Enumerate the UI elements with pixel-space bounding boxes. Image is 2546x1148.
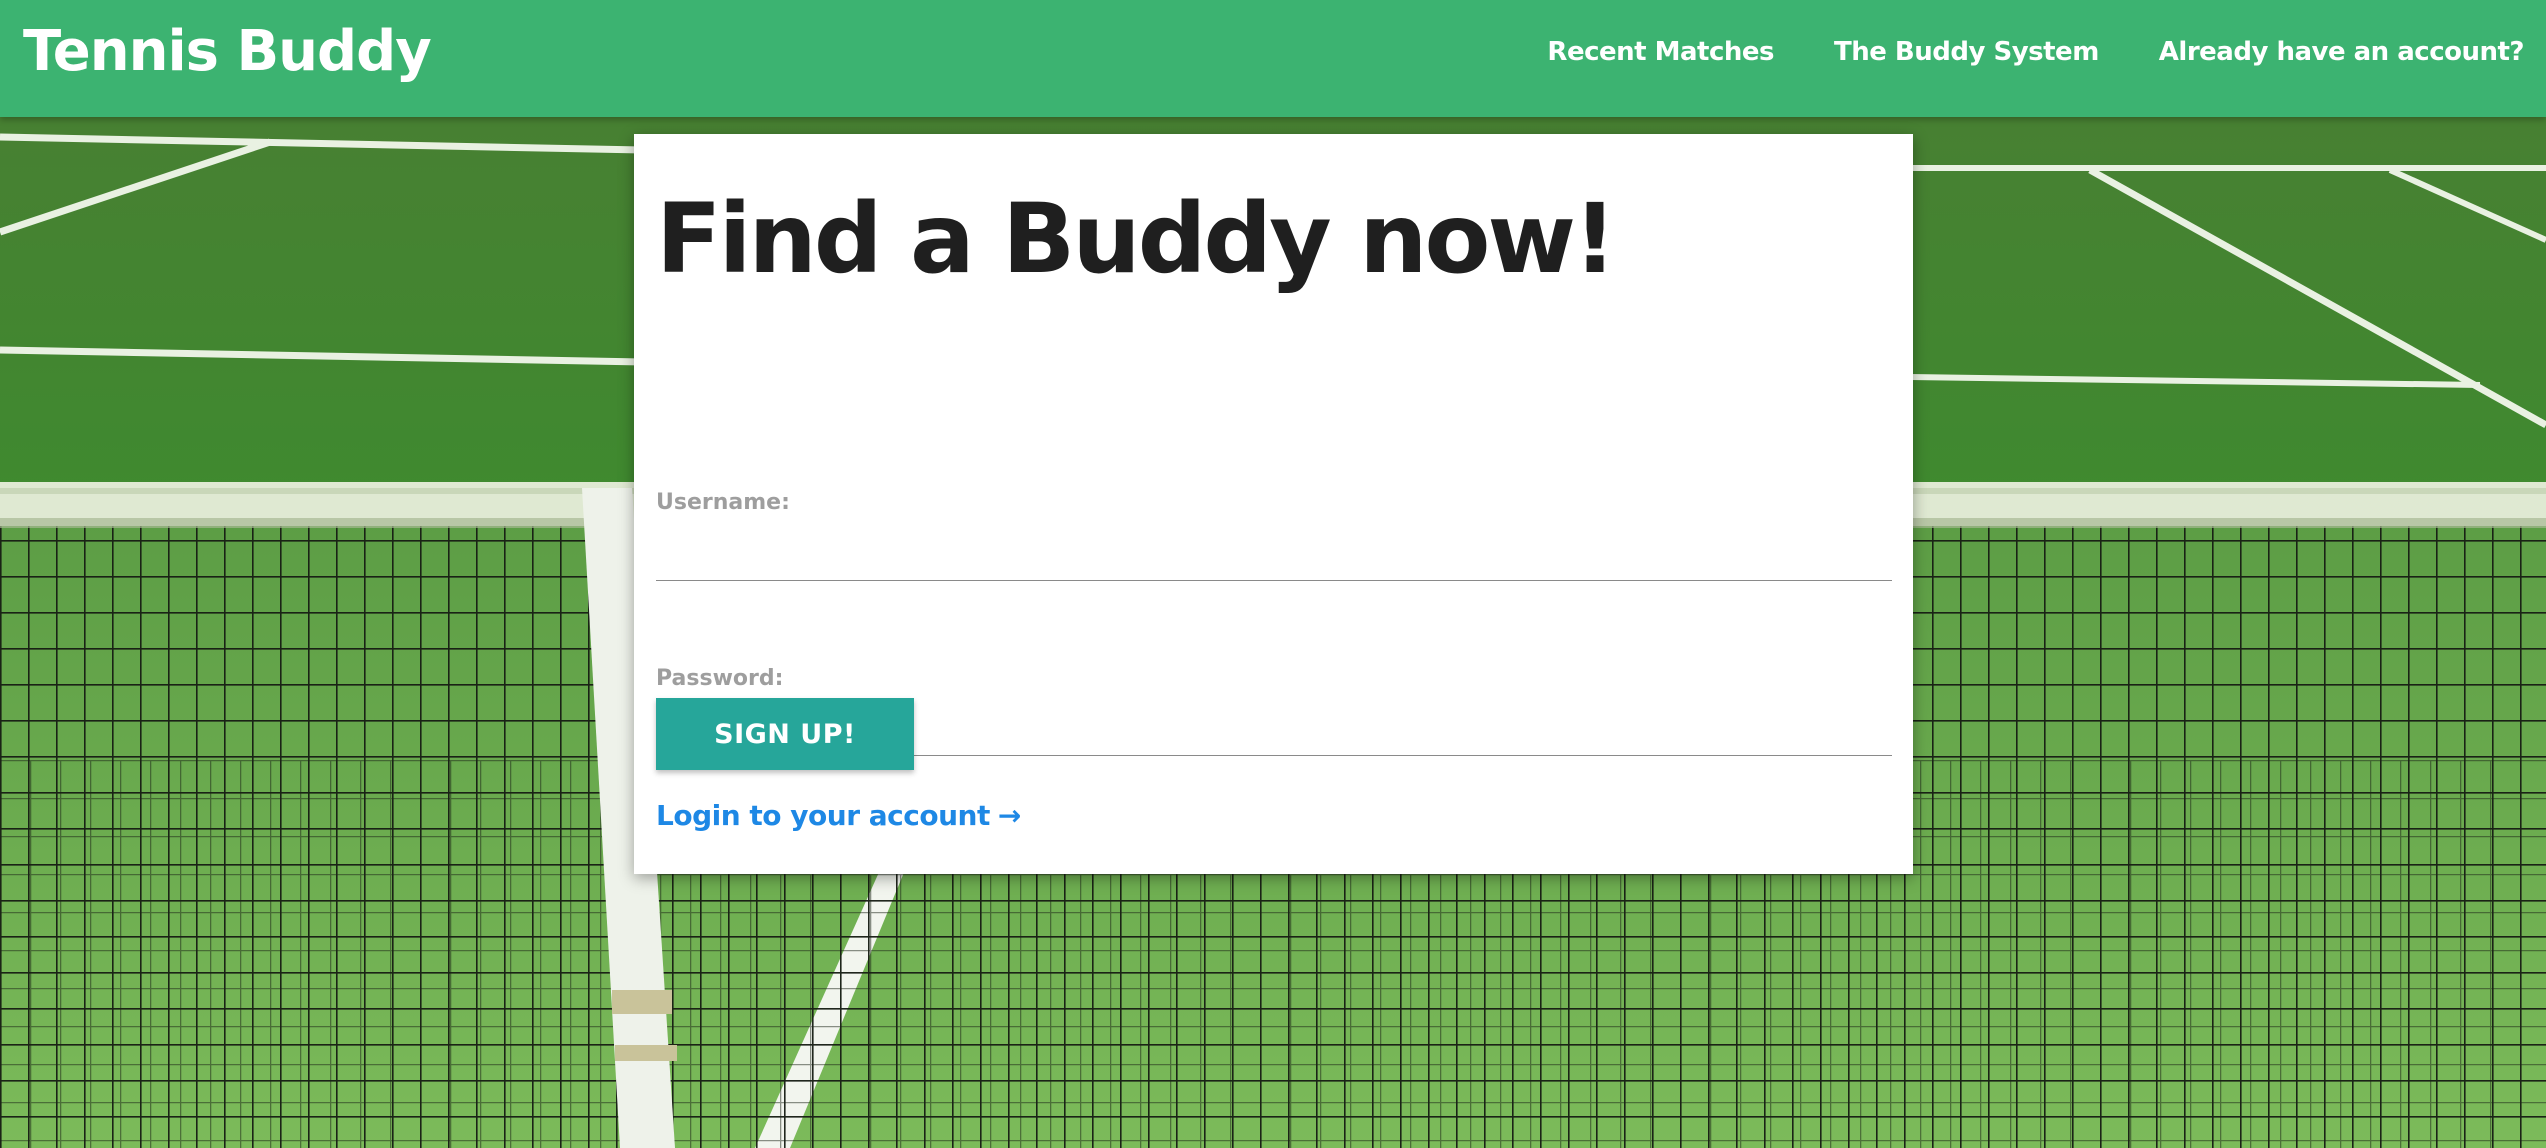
top-navbar: Tennis Buddy Recent Matches The Buddy Sy…: [0, 0, 2546, 117]
page-title: Find a Buddy now!: [656, 183, 1617, 295]
nav-links: Recent Matches The Buddy System Already …: [1547, 32, 2524, 72]
nav-link-already-have-account[interactable]: Already have an account?: [2159, 32, 2525, 72]
nav-link-recent-matches[interactable]: Recent Matches: [1547, 32, 1774, 72]
brand-logo[interactable]: Tennis Buddy: [23, 18, 432, 86]
signup-button[interactable]: SIGN UP!: [656, 698, 914, 770]
login-link-label: Login to your account: [656, 799, 990, 832]
right-arrow-icon: →: [997, 799, 1021, 832]
username-label: Username:: [656, 490, 790, 515]
signup-card: Find a Buddy now! Username: Password: SI…: [634, 134, 1913, 874]
nav-link-buddy-system[interactable]: The Buddy System: [1834, 32, 2099, 72]
login-link[interactable]: Login to your account →: [656, 798, 1021, 834]
password-label: Password:: [656, 666, 784, 691]
username-field[interactable]: [656, 520, 1892, 581]
